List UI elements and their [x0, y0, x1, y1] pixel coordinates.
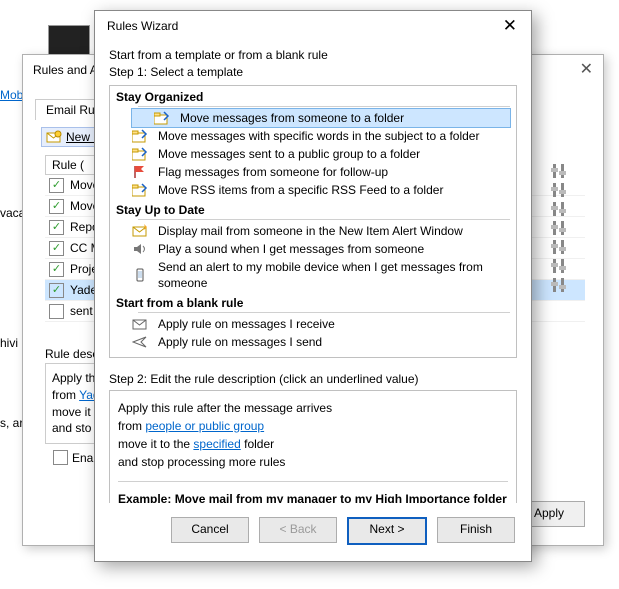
rule-description-panel: Apply this rule after the message arrive…	[109, 390, 517, 503]
template-move-words-subject[interactable]: Move messages with specific words in the…	[110, 127, 516, 145]
folder-move-icon	[132, 183, 148, 197]
dialog-title: Rules Wizard	[107, 19, 178, 33]
desc-line: Apply this rule after the message arrive…	[118, 399, 508, 417]
folder-move-icon	[132, 129, 148, 143]
template-flag-followup[interactable]: Flag messages from someone for follow-up	[110, 163, 516, 181]
folder-move-icon	[132, 147, 148, 161]
action-icon	[551, 258, 567, 274]
action-icon	[551, 163, 567, 179]
rules-wizard-dialog: Rules Wizard ✕ Start from a template or …	[94, 10, 532, 562]
flag-icon	[132, 165, 148, 179]
template-label: Send an alert to my mobile device when I…	[158, 259, 510, 291]
next-button[interactable]: Next >	[347, 517, 427, 545]
template-blank-send[interactable]: Apply rule on messages I send	[110, 333, 516, 351]
template-label: Apply rule on messages I send	[158, 334, 322, 350]
checkbox-icon[interactable]: ✓	[49, 178, 64, 193]
template-label: Move messages sent to a public group to …	[158, 146, 420, 162]
wizard-button-row: Cancel < Back Next > Finish	[95, 503, 531, 561]
template-move-public-group[interactable]: Move messages sent to a public group to …	[110, 145, 516, 163]
desc-line: from people or public group	[118, 417, 508, 435]
section-stay-uptodate: Stay Up to Date	[110, 203, 516, 217]
envelope-icon	[132, 317, 148, 331]
checkbox-icon[interactable]: ✓	[49, 220, 64, 235]
checkbox-icon[interactable]: ✓	[49, 199, 64, 214]
template-label: Display mail from someone in the New Ite…	[158, 223, 463, 239]
close-icon[interactable]: ✕	[499, 16, 521, 36]
template-move-rss[interactable]: Move RSS items from a specific RSS Feed …	[110, 181, 516, 199]
link-fragment[interactable]: Mob	[0, 88, 23, 102]
template-move-from-someone[interactable]: Move messages from someone to a folder	[131, 108, 511, 128]
template-mobile-alert[interactable]: Send an alert to my mobile device when I…	[110, 258, 516, 292]
template-label: Apply rule on messages I receive	[158, 316, 335, 332]
mobile-icon	[132, 268, 148, 282]
template-list: Stay Organized Move messages from someon…	[109, 85, 517, 358]
new-rule-icon	[46, 130, 62, 144]
people-or-group-link[interactable]: people or public group	[145, 419, 264, 433]
folder-move-icon	[154, 111, 170, 125]
wizard-intro-line1: Start from a template or from a blank ru…	[109, 47, 517, 64]
rules-table-header[interactable]: Rule (	[45, 155, 101, 175]
checkbox-icon[interactable]: ✓	[49, 262, 64, 277]
checkbox-icon[interactable]	[53, 450, 68, 465]
action-icon	[551, 239, 567, 255]
finish-button[interactable]: Finish	[437, 517, 515, 543]
desc-line: move it to the specified folder	[118, 435, 508, 453]
section-from-blank: Start from a blank rule	[110, 296, 516, 310]
section-stay-organized: Stay Organized	[110, 90, 516, 104]
action-icon	[551, 201, 567, 217]
template-label: Flag messages from someone for follow-up	[158, 164, 388, 180]
divider	[138, 106, 510, 107]
rule-action-icons	[551, 163, 571, 296]
action-icon	[551, 277, 567, 293]
template-label: Move messages from someone to a folder	[180, 110, 404, 126]
alert-window-icon	[132, 224, 148, 238]
text-fragment: hivi	[0, 336, 18, 350]
cancel-button[interactable]: Cancel	[171, 517, 249, 543]
action-icon	[551, 182, 567, 198]
back-button: < Back	[259, 517, 337, 543]
desc-line: and stop processing more rules	[118, 453, 508, 471]
template-blank-receive[interactable]: Apply rule on messages I receive	[110, 315, 516, 333]
template-label: Move RSS items from a specific RSS Feed …	[158, 182, 443, 198]
checkbox-icon[interactable]	[49, 304, 64, 319]
divider	[138, 312, 510, 313]
photo-thumbnail	[48, 25, 90, 55]
template-new-item-alert[interactable]: Display mail from someone in the New Ite…	[110, 222, 516, 240]
template-play-sound[interactable]: Play a sound when I get messages from so…	[110, 240, 516, 258]
dialog-title: Rules and A	[33, 55, 98, 85]
action-icon	[551, 220, 567, 236]
send-icon	[132, 335, 148, 349]
step2-label: Step 2: Edit the rule description (click…	[109, 372, 517, 386]
desc-example: Example: Move mail from my manager to my…	[118, 481, 508, 503]
checkbox-icon[interactable]: ✓	[49, 283, 64, 298]
template-label: Play a sound when I get messages from so…	[158, 241, 424, 257]
divider	[138, 219, 510, 220]
checkbox-icon[interactable]: ✓	[49, 241, 64, 256]
wizard-intro-line2: Step 1: Select a template	[109, 64, 517, 81]
template-label: Move messages with specific words in the…	[158, 128, 479, 144]
text-fragment: s, ar	[0, 416, 23, 430]
sound-icon	[132, 242, 148, 256]
specified-folder-link[interactable]: specified	[193, 437, 240, 451]
close-icon[interactable]: ✕	[580, 55, 593, 85]
